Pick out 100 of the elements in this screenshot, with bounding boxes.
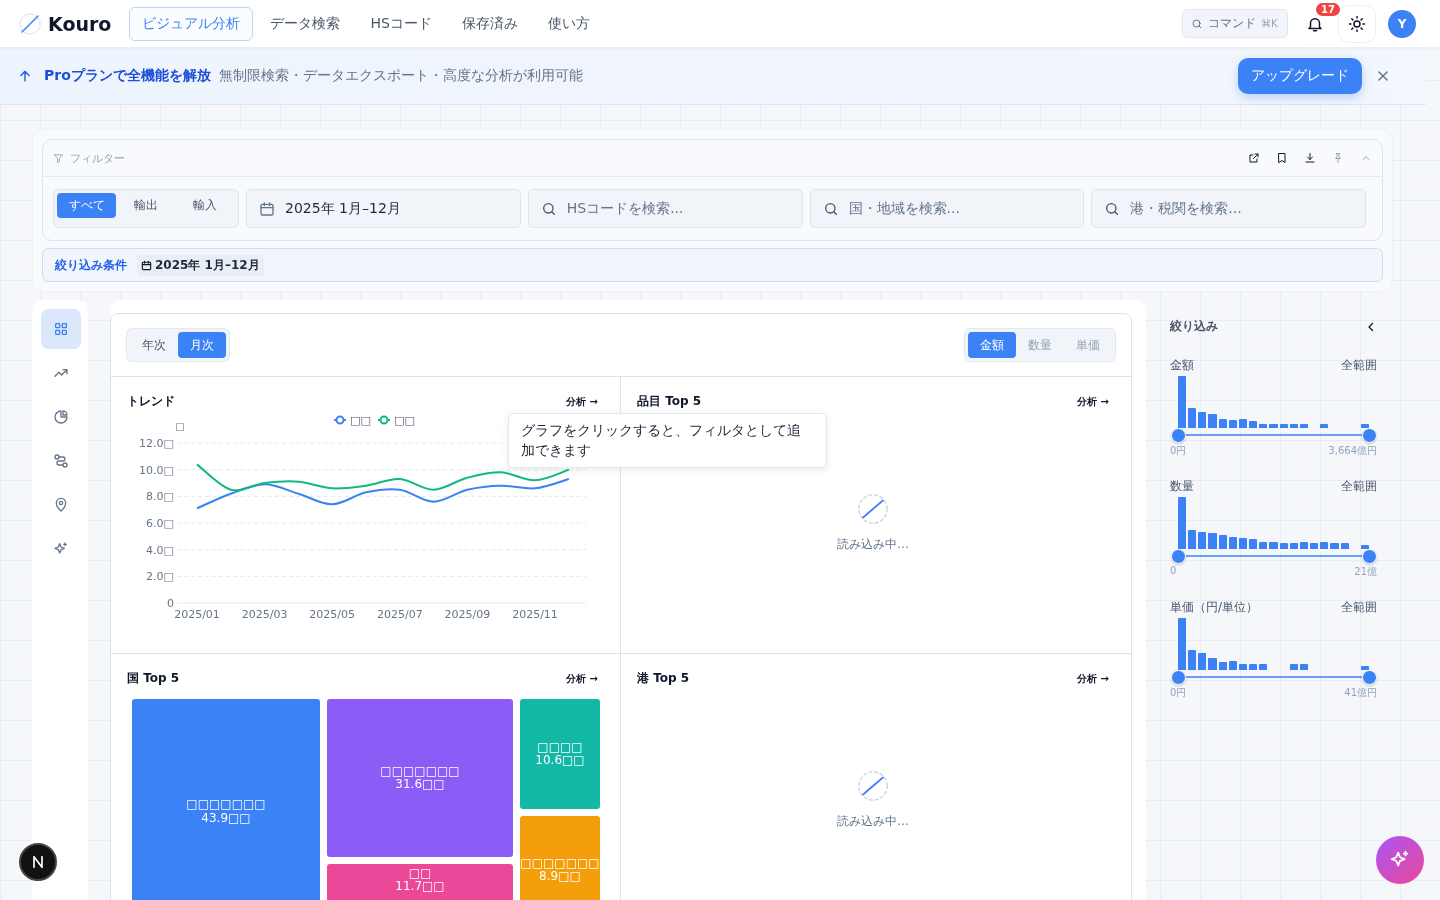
x-tick-label: 2025/09: [444, 608, 491, 621]
analysis-link[interactable]: 分析 →: [566, 394, 598, 409]
tile-name: □□□□□□□: [186, 798, 266, 812]
search-field[interactable]: 港・税関を検索...: [1091, 189, 1366, 228]
user-avatar[interactable]: Y: [1388, 9, 1416, 38]
panel-title: 国 Top 5: [127, 670, 180, 687]
search-field[interactable]: HSコードを検索...: [527, 189, 803, 228]
slider-handle[interactable]: [1171, 549, 1186, 564]
nav-tab[interactable]: HSコード: [357, 6, 445, 41]
assistant-button[interactable]: [1376, 836, 1424, 884]
filter-icon: [53, 152, 64, 164]
legend-label: □□: [350, 414, 371, 427]
range-value: 全範囲: [1341, 478, 1377, 495]
search-icon: [1191, 17, 1203, 30]
tile-value: 10.6□□: [535, 754, 585, 768]
tile-value: 31.6□□: [395, 778, 445, 792]
close-icon[interactable]: [1376, 68, 1390, 83]
legend-item: □□: [377, 414, 415, 427]
view-tab[interactable]: 月次: [178, 332, 226, 358]
direction-tab[interactable]: 輸出: [116, 193, 176, 218]
treemap-tile[interactable]: □□□□□□□ 43.9□□: [132, 699, 320, 900]
conditions-label: 絞り込み条件: [55, 256, 127, 274]
download-icon[interactable]: [1304, 152, 1316, 164]
condition-chip[interactable]: 2025年 1月–12月: [137, 254, 264, 276]
brand-name: Kouro: [48, 12, 112, 35]
range-value: 全範囲: [1341, 599, 1377, 616]
direction-tab[interactable]: 輸入: [175, 193, 235, 218]
slider-handle[interactable]: [1362, 549, 1377, 564]
nav-tab[interactable]: ビジュアル分析: [129, 6, 254, 41]
y-tick-label: 8.0□: [146, 490, 174, 504]
loading-spinner-icon: [856, 769, 890, 803]
side-nav-item[interactable]: [41, 309, 81, 349]
search-icon: [540, 200, 557, 217]
panel-title: 品目 Top 5: [637, 393, 702, 410]
range-max: 3,664億円: [1328, 444, 1377, 458]
search-placeholder: 国・地域を検索...: [848, 199, 960, 218]
period-field[interactable]: 2025年 1月–12月: [246, 189, 521, 228]
arrow-up-icon: [18, 68, 32, 83]
y-tick-label: 0: [167, 597, 174, 610]
y-tick-label: 2.0□: [146, 570, 174, 584]
range-max: 21億: [1354, 565, 1377, 579]
analysis-link[interactable]: 分析 →: [1077, 671, 1109, 686]
x-tick-label: 2025/07: [376, 608, 423, 621]
range-slider[interactable]: [1170, 549, 1377, 565]
grid-icon: [53, 321, 69, 337]
route-icon: [53, 453, 69, 469]
treemap-tile[interactable]: □□□□ 10.6□□: [520, 699, 600, 809]
upgrade-button[interactable]: アップグレード: [1238, 57, 1362, 94]
analysis-link[interactable]: 分析 →: [1077, 394, 1109, 409]
analysis-link[interactable]: 分析 →: [566, 671, 598, 686]
slider-handle[interactable]: [1171, 670, 1186, 685]
treemap-tile[interactable]: □□ 11.7□□: [327, 864, 513, 900]
x-tick-label: 2025/03: [241, 608, 288, 621]
view-tab[interactable]: 金額: [968, 332, 1016, 358]
search-field[interactable]: 国・地域を検索...: [809, 189, 1085, 228]
range-value: 全範囲: [1341, 357, 1377, 374]
nav-tab[interactable]: 保存済み: [448, 6, 531, 41]
range-slider[interactable]: [1170, 428, 1377, 444]
view-tab[interactable]: 年次: [130, 332, 178, 358]
range-min: 0円: [1170, 444, 1187, 458]
filter-title: フィルター: [70, 150, 126, 166]
refine-title: 絞り込み: [1170, 318, 1218, 335]
treemap-tile[interactable]: □□□□□□□ 31.6□□: [327, 699, 513, 857]
sparkle-icon: [53, 541, 69, 557]
direction-tab[interactable]: すべて: [57, 193, 117, 218]
external-link-icon[interactable]: [1248, 152, 1260, 164]
nav-tab[interactable]: 使い方: [534, 6, 603, 41]
tile-name: □□□□: [537, 740, 583, 754]
y-tick-label: 4.0□: [146, 543, 174, 557]
slider-handle[interactable]: [1362, 428, 1377, 443]
calendar-icon: [259, 200, 275, 217]
range-slider[interactable]: [1170, 670, 1377, 686]
nav-tab[interactable]: データ検索: [257, 6, 354, 41]
notification-badge: 17: [1316, 2, 1340, 16]
chip-text: 2025年 1月–12月: [155, 256, 260, 274]
search-icon: [822, 200, 839, 217]
search-placeholder: 港・税関を検索...: [1130, 199, 1242, 218]
range-min: 0: [1170, 565, 1177, 578]
range-min: 0円: [1170, 686, 1187, 700]
slider-handle[interactable]: [1171, 428, 1186, 443]
banner-text: 無制限検索・データエクスポート・高度な分析が利用可能: [218, 66, 584, 85]
dev-tools-button[interactable]: [19, 843, 57, 881]
bookmark-icon[interactable]: [1276, 152, 1288, 164]
pie-chart-icon: [53, 409, 69, 425]
pin-icon[interactable]: [1332, 152, 1344, 164]
panel-title: 港 Top 5: [637, 670, 690, 687]
theme-toggle-button[interactable]: [1338, 4, 1376, 43]
tile-name: □□□□□□□: [380, 764, 460, 778]
view-tab[interactable]: 数量: [1016, 332, 1064, 358]
command-field[interactable]: コマンド ⌘K: [1182, 9, 1288, 38]
legend-item: □□: [333, 414, 371, 427]
search-icon: [1104, 200, 1121, 217]
slider-handle[interactable]: [1362, 670, 1377, 685]
range-label: 数量: [1170, 478, 1194, 495]
tile-name: □□□□□□□: [520, 856, 600, 870]
view-tab[interactable]: 単価: [1064, 332, 1112, 358]
range-label: 金額: [1170, 357, 1194, 374]
y-tick-label: 12.0□: [139, 437, 174, 450]
tooltip: グラフをクリックすると、フィルタとして追加できます: [508, 413, 827, 468]
range-label: 単価（円/単位）: [1170, 599, 1259, 616]
